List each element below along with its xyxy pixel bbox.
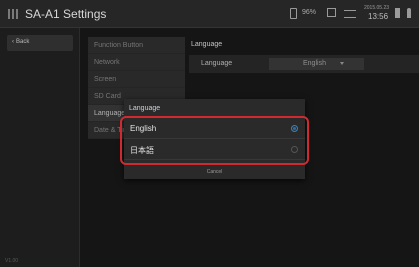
- option-label: 日本語: [130, 146, 154, 155]
- option-label: English: [130, 124, 157, 133]
- radio-unselected-icon[interactable]: [291, 146, 298, 153]
- battery-icon: [290, 8, 297, 19]
- language-dialog: Language English 日本語 Cancel: [124, 99, 305, 179]
- sd-card-icon: [327, 8, 336, 17]
- menu-item-function-button[interactable]: Function Button: [88, 37, 185, 54]
- card-icon: [395, 8, 400, 18]
- app-menu-icon[interactable]: [8, 9, 20, 19]
- battery-level: 96%: [302, 9, 317, 16]
- option-japanese[interactable]: 日本語: [124, 139, 305, 160]
- app-title: SA-A1 Settings: [25, 7, 107, 21]
- link-icon: [344, 10, 356, 18]
- option-english[interactable]: English: [124, 118, 305, 139]
- back-label: Back: [16, 39, 30, 45]
- setting-label: Language: [201, 60, 233, 67]
- cancel-button[interactable]: Cancel: [124, 164, 305, 179]
- menu-item-screen[interactable]: Screen: [88, 71, 185, 88]
- dialog-title: Language: [124, 99, 305, 118]
- language-setting-row[interactable]: Language English: [189, 55, 419, 73]
- back-chevron-icon: ‹: [12, 39, 14, 45]
- language-select[interactable]: English: [269, 58, 364, 70]
- top-bar: SA-A1 Settings 96% 2015.05.23 13:56: [0, 0, 419, 28]
- left-panel: ‹ Back V1.00: [0, 28, 80, 267]
- language-select-value: English: [303, 60, 326, 67]
- person-icon: [407, 8, 411, 18]
- radio-selected-icon[interactable]: [291, 125, 298, 132]
- dropdown-arrow-icon: [340, 62, 344, 65]
- back-button[interactable]: ‹ Back: [7, 35, 73, 51]
- version-label: V1.00: [5, 258, 19, 264]
- status-time: 13:56: [368, 12, 389, 21]
- content-panel: Language Language English: [189, 37, 419, 77]
- status-bar: 96% 2015.05.23 13:56: [290, 0, 419, 28]
- status-date: 2015.05.23: [364, 5, 390, 11]
- content-title: Language: [191, 41, 223, 48]
- language-option-list: English 日本語: [124, 118, 305, 160]
- menu-item-network[interactable]: Network: [88, 54, 185, 71]
